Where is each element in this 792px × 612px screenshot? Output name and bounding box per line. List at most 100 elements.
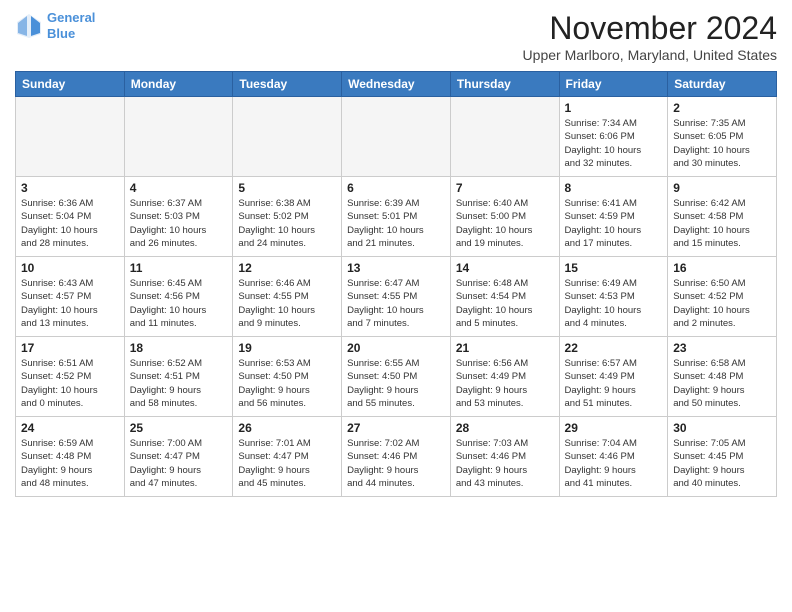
location: Upper Marlboro, Maryland, United States bbox=[523, 47, 777, 63]
calendar-cell: 25 Sunrise: 7:00 AM Sunset: 4:47 PM Dayli… bbox=[124, 417, 233, 497]
day-number: 23 bbox=[673, 341, 771, 355]
day-info: Sunrise: 6:48 AM Sunset: 4:54 PM Dayligh… bbox=[456, 277, 554, 330]
calendar-cell: 12 Sunrise: 6:46 AM Sunset: 4:55 PM Dayli… bbox=[233, 257, 342, 337]
calendar-cell bbox=[233, 97, 342, 177]
day-info: Sunrise: 6:58 AM Sunset: 4:48 PM Dayligh… bbox=[673, 357, 771, 410]
day-info: Sunrise: 6:47 AM Sunset: 4:55 PM Dayligh… bbox=[347, 277, 445, 330]
day-number: 17 bbox=[21, 341, 119, 355]
calendar-week-1: 1 Sunrise: 7:34 AM Sunset: 6:06 PM Daylig… bbox=[16, 97, 777, 177]
calendar-week-4: 17Sunrise: 6:51 AM Sunset: 4:52 PM Dayli… bbox=[16, 337, 777, 417]
calendar-cell: 9Sunrise: 6:42 AM Sunset: 4:58 PM Daylig… bbox=[668, 177, 777, 257]
day-info: Sunrise: 7:03 AM Sunset: 4:46 PM Dayligh… bbox=[456, 437, 554, 490]
calendar-cell: 5 Sunrise: 6:38 AM Sunset: 5:02 PM Daylig… bbox=[233, 177, 342, 257]
calendar-header-row: SundayMondayTuesdayWednesdayThursdayFrid… bbox=[16, 72, 777, 97]
day-info: Sunrise: 7:02 AM Sunset: 4:46 PM Dayligh… bbox=[347, 437, 445, 490]
calendar-cell: 1 Sunrise: 7:34 AM Sunset: 6:06 PM Daylig… bbox=[559, 97, 668, 177]
day-number: 30 bbox=[673, 421, 771, 435]
calendar-week-2: 3Sunrise: 6:36 AM Sunset: 5:04 PM Daylig… bbox=[16, 177, 777, 257]
calendar-cell: 4 Sunrise: 6:37 AM Sunset: 5:03 PM Daylig… bbox=[124, 177, 233, 257]
day-number: 13 bbox=[347, 261, 445, 275]
day-number: 26 bbox=[238, 421, 336, 435]
calendar-cell: 19 Sunrise: 6:53 AM Sunset: 4:50 PM Dayli… bbox=[233, 337, 342, 417]
day-number: 28 bbox=[456, 421, 554, 435]
calendar-cell: 17Sunrise: 6:51 AM Sunset: 4:52 PM Dayli… bbox=[16, 337, 125, 417]
day-info: Sunrise: 7:01 AM Sunset: 4:47 PM Dayligh… bbox=[238, 437, 336, 490]
calendar-header-saturday: Saturday bbox=[668, 72, 777, 97]
day-number: 11 bbox=[130, 261, 228, 275]
day-info: Sunrise: 7:35 AM Sunset: 6:05 PM Dayligh… bbox=[673, 117, 771, 170]
day-info: Sunrise: 7:05 AM Sunset: 4:45 PM Dayligh… bbox=[673, 437, 771, 490]
logo-line1: General bbox=[47, 10, 95, 25]
calendar-cell: 23 Sunrise: 6:58 AM Sunset: 4:48 PM Dayli… bbox=[668, 337, 777, 417]
calendar-cell bbox=[342, 97, 451, 177]
day-number: 8 bbox=[565, 181, 663, 195]
logo: General Blue bbox=[15, 10, 95, 41]
day-number: 2 bbox=[673, 101, 771, 115]
day-info: Sunrise: 6:50 AM Sunset: 4:52 PM Dayligh… bbox=[673, 277, 771, 330]
day-info: Sunrise: 6:56 AM Sunset: 4:49 PM Dayligh… bbox=[456, 357, 554, 410]
logo-line2: Blue bbox=[47, 26, 75, 41]
day-info: Sunrise: 6:42 AM Sunset: 4:58 PM Dayligh… bbox=[673, 197, 771, 250]
day-number: 1 bbox=[565, 101, 663, 115]
day-info: Sunrise: 6:38 AM Sunset: 5:02 PM Dayligh… bbox=[238, 197, 336, 250]
header: General Blue November 2024 Upper Marlbor… bbox=[15, 10, 777, 63]
day-info: Sunrise: 7:00 AM Sunset: 4:47 PM Dayligh… bbox=[130, 437, 228, 490]
day-info: Sunrise: 6:52 AM Sunset: 4:51 PM Dayligh… bbox=[130, 357, 228, 410]
day-info: Sunrise: 6:39 AM Sunset: 5:01 PM Dayligh… bbox=[347, 197, 445, 250]
calendar-cell: 13 Sunrise: 6:47 AM Sunset: 4:55 PM Dayli… bbox=[342, 257, 451, 337]
day-number: 16 bbox=[673, 261, 771, 275]
calendar-cell: 11 Sunrise: 6:45 AM Sunset: 4:56 PM Dayli… bbox=[124, 257, 233, 337]
calendar-cell: 2 Sunrise: 7:35 AM Sunset: 6:05 PM Daylig… bbox=[668, 97, 777, 177]
day-number: 12 bbox=[238, 261, 336, 275]
day-number: 15 bbox=[565, 261, 663, 275]
calendar-cell: 18 Sunrise: 6:52 AM Sunset: 4:51 PM Dayli… bbox=[124, 337, 233, 417]
calendar-cell: 3Sunrise: 6:36 AM Sunset: 5:04 PM Daylig… bbox=[16, 177, 125, 257]
day-number: 27 bbox=[347, 421, 445, 435]
day-info: Sunrise: 6:46 AM Sunset: 4:55 PM Dayligh… bbox=[238, 277, 336, 330]
calendar-cell bbox=[450, 97, 559, 177]
calendar-cell: 29Sunrise: 7:04 AM Sunset: 4:46 PM Dayli… bbox=[559, 417, 668, 497]
day-info: Sunrise: 6:53 AM Sunset: 4:50 PM Dayligh… bbox=[238, 357, 336, 410]
calendar-header-tuesday: Tuesday bbox=[233, 72, 342, 97]
day-number: 20 bbox=[347, 341, 445, 355]
calendar-cell: 15 Sunrise: 6:49 AM Sunset: 4:53 PM Dayli… bbox=[559, 257, 668, 337]
day-number: 18 bbox=[130, 341, 228, 355]
logo-text: General Blue bbox=[47, 10, 95, 41]
day-number: 25 bbox=[130, 421, 228, 435]
calendar-header-sunday: Sunday bbox=[16, 72, 125, 97]
day-info: Sunrise: 6:49 AM Sunset: 4:53 PM Dayligh… bbox=[565, 277, 663, 330]
day-number: 7 bbox=[456, 181, 554, 195]
day-number: 14 bbox=[456, 261, 554, 275]
day-info: Sunrise: 6:36 AM Sunset: 5:04 PM Dayligh… bbox=[21, 197, 119, 250]
calendar-cell: 24Sunrise: 6:59 AM Sunset: 4:48 PM Dayli… bbox=[16, 417, 125, 497]
calendar-header-monday: Monday bbox=[124, 72, 233, 97]
day-info: Sunrise: 6:37 AM Sunset: 5:03 PM Dayligh… bbox=[130, 197, 228, 250]
calendar-cell: 14 Sunrise: 6:48 AM Sunset: 4:54 PM Dayli… bbox=[450, 257, 559, 337]
day-number: 10 bbox=[21, 261, 119, 275]
calendar-cell: 28 Sunrise: 7:03 AM Sunset: 4:46 PM Dayli… bbox=[450, 417, 559, 497]
day-number: 22 bbox=[565, 341, 663, 355]
day-info: Sunrise: 7:34 AM Sunset: 6:06 PM Dayligh… bbox=[565, 117, 663, 170]
day-info: Sunrise: 6:41 AM Sunset: 4:59 PM Dayligh… bbox=[565, 197, 663, 250]
day-info: Sunrise: 6:40 AM Sunset: 5:00 PM Dayligh… bbox=[456, 197, 554, 250]
calendar-cell: 22 Sunrise: 6:57 AM Sunset: 4:49 PM Dayli… bbox=[559, 337, 668, 417]
calendar-cell: 16 Sunrise: 6:50 AM Sunset: 4:52 PM Dayli… bbox=[668, 257, 777, 337]
calendar-cell: 21Sunrise: 6:56 AM Sunset: 4:49 PM Dayli… bbox=[450, 337, 559, 417]
calendar-cell: 26 Sunrise: 7:01 AM Sunset: 4:47 PM Dayli… bbox=[233, 417, 342, 497]
day-number: 19 bbox=[238, 341, 336, 355]
day-info: Sunrise: 6:57 AM Sunset: 4:49 PM Dayligh… bbox=[565, 357, 663, 410]
day-number: 5 bbox=[238, 181, 336, 195]
day-number: 4 bbox=[130, 181, 228, 195]
calendar-week-5: 24Sunrise: 6:59 AM Sunset: 4:48 PM Dayli… bbox=[16, 417, 777, 497]
calendar-header-thursday: Thursday bbox=[450, 72, 559, 97]
calendar-week-3: 10Sunrise: 6:43 AM Sunset: 4:57 PM Dayli… bbox=[16, 257, 777, 337]
calendar-header-wednesday: Wednesday bbox=[342, 72, 451, 97]
calendar-cell: 30 Sunrise: 7:05 AM Sunset: 4:45 PM Dayli… bbox=[668, 417, 777, 497]
day-info: Sunrise: 6:45 AM Sunset: 4:56 PM Dayligh… bbox=[130, 277, 228, 330]
calendar: SundayMondayTuesdayWednesdayThursdayFrid… bbox=[15, 71, 777, 497]
logo-icon bbox=[15, 12, 43, 40]
calendar-cell: 6Sunrise: 6:39 AM Sunset: 5:01 PM Daylig… bbox=[342, 177, 451, 257]
month-title: November 2024 bbox=[523, 10, 777, 47]
day-info: Sunrise: 6:59 AM Sunset: 4:48 PM Dayligh… bbox=[21, 437, 119, 490]
calendar-cell bbox=[16, 97, 125, 177]
